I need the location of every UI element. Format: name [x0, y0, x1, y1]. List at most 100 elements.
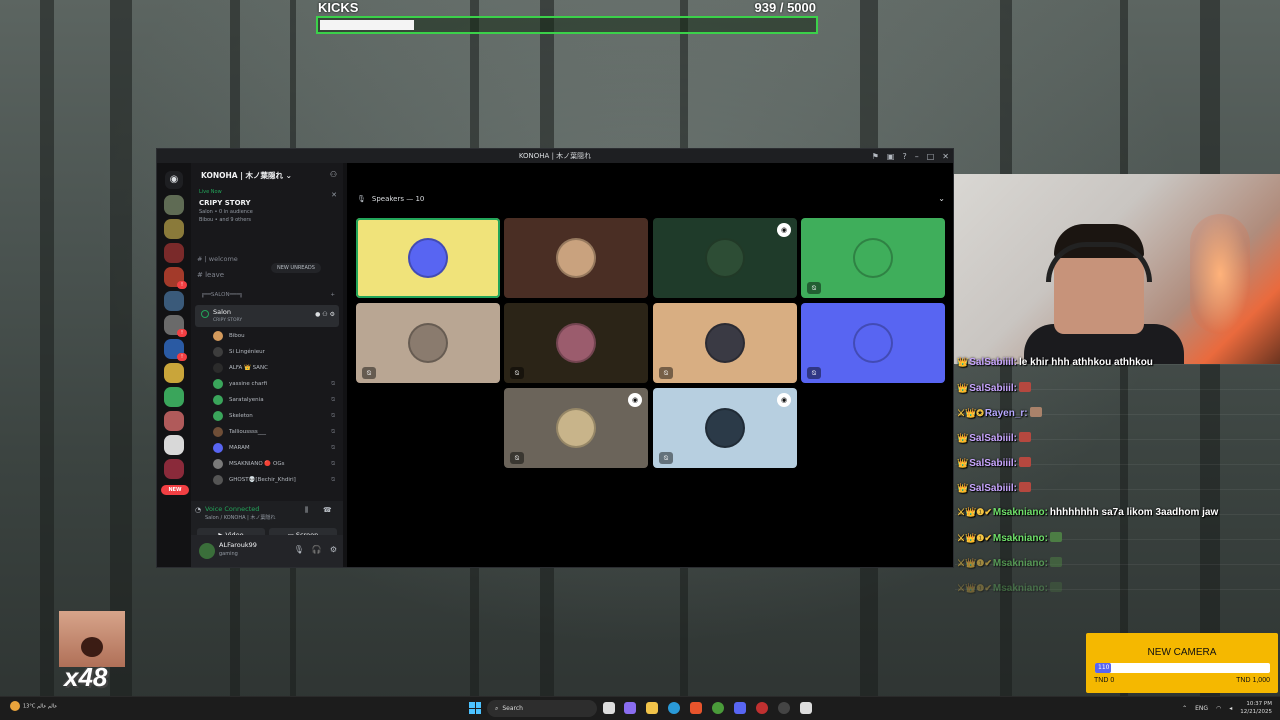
- inbox-icon[interactable]: ▣: [887, 152, 895, 161]
- volume-icon[interactable]: ◂: [1229, 705, 1232, 712]
- app-icon[interactable]: [800, 702, 812, 714]
- speaker-tile[interactable]: [504, 218, 648, 298]
- search-label: Search: [502, 705, 523, 712]
- speaker-tile[interactable]: ◉: [653, 218, 797, 298]
- new-unreads-pill[interactable]: NEW UNREADS: [271, 263, 321, 273]
- chevron-up-icon[interactable]: ⌃: [1182, 705, 1187, 712]
- help-icon[interactable]: ?: [902, 152, 906, 161]
- noise-suppression-icon[interactable]: ⫼: [305, 506, 308, 515]
- disconnect-icon[interactable]: ☎: [323, 506, 332, 514]
- kicks-goal: KICKS 939 / 5000: [316, 0, 818, 36]
- close-icon[interactable]: ✕: [331, 191, 337, 199]
- microphone-icon[interactable]: 🎙: [294, 545, 304, 554]
- headphones-icon[interactable]: 🎧: [312, 545, 322, 554]
- add-user-icon[interactable]: ⚇: [330, 170, 337, 179]
- voice-member[interactable]: Tallioussss___ ⍉: [213, 425, 337, 439]
- server-icon[interactable]: [164, 459, 184, 479]
- lang-indicator[interactable]: ENG: [1195, 705, 1208, 712]
- server-icon[interactable]: [164, 411, 184, 431]
- wifi-icon[interactable]: ◠: [1216, 705, 1221, 712]
- server-header[interactable]: KONOHA | 木ノ葉隠れ ⌄ ⚇: [191, 163, 343, 185]
- task-view-icon[interactable]: [603, 702, 615, 714]
- maximize-icon[interactable]: □: [927, 152, 935, 161]
- emote-icon: [1049, 532, 1062, 542]
- chat-message: 👑SalSabiiil:: [957, 482, 1032, 494]
- chat-username: SalSabiiil:: [969, 458, 1018, 469]
- server-icon[interactable]: !: [164, 267, 187, 289]
- add-user-icon[interactable]: ⚇: [322, 311, 327, 318]
- server-icon[interactable]: [164, 363, 184, 383]
- muted-icon: ⍉: [331, 412, 335, 419]
- voice-member[interactable]: MSAKNIANO 🔴 OGs ⍉: [213, 457, 337, 471]
- voice-member[interactable]: yassine charfi ⍉: [213, 377, 337, 391]
- chevron-down-icon[interactable]: ⌄: [938, 194, 945, 203]
- edge-icon[interactable]: [668, 702, 680, 714]
- discord-home-icon[interactable]: ◉: [165, 171, 183, 189]
- chat-username: Msakniano:: [992, 507, 1048, 518]
- speaker-tile[interactable]: [356, 218, 500, 298]
- avatar: [853, 238, 893, 278]
- file-explorer-icon[interactable]: [646, 702, 658, 714]
- voice-member[interactable]: ALFA 👑 SANC: [213, 361, 337, 375]
- muted-icon: ⍉: [331, 396, 335, 403]
- server-list: ◉ ! ! ! NEW: [157, 163, 191, 567]
- gear-icon[interactable]: ⚙: [330, 311, 335, 318]
- server-icon[interactable]: [164, 291, 184, 311]
- unread-badge: !: [177, 281, 187, 289]
- server-icon[interactable]: !: [164, 315, 187, 337]
- start-icon[interactable]: [469, 702, 481, 714]
- gear-icon[interactable]: ⚙: [330, 545, 337, 554]
- voice-member[interactable]: Si Lingénieur: [213, 345, 337, 359]
- taskbar-search[interactable]: ⌕ Search: [487, 700, 597, 717]
- channel-welcome[interactable]: # | welcome: [197, 255, 337, 263]
- voice-member[interactable]: Skeleton ⍉: [213, 409, 337, 423]
- server-icon[interactable]: [164, 219, 184, 239]
- clock-time: 10:37 PM: [1246, 701, 1272, 707]
- server-icon[interactable]: [164, 243, 184, 263]
- server-icon[interactable]: [164, 387, 184, 407]
- new-servers-badge[interactable]: NEW: [161, 485, 189, 495]
- voice-member[interactable]: Bibou: [213, 329, 337, 343]
- muted-icon: ⍉: [331, 380, 335, 387]
- weather-icon: [10, 701, 20, 711]
- member-name: ALFA 👑 SANC: [229, 365, 268, 371]
- category-salon[interactable]: ╔══SALON═══╗ +: [201, 292, 337, 298]
- plus-icon[interactable]: +: [330, 292, 335, 298]
- speaker-tile[interactable]: ⍉: [653, 303, 797, 383]
- discord-icon[interactable]: [734, 702, 746, 714]
- live-stage-card[interactable]: Live Now CRIPY STORY Salon • 0 in audien…: [195, 189, 339, 245]
- app-icon[interactable]: [756, 702, 768, 714]
- weather-widget[interactable]: 13°C عالم عالم: [10, 701, 57, 711]
- clock[interactable]: 10:37 PM 12/21/2025: [1240, 700, 1272, 716]
- avatar[interactable]: [199, 543, 215, 559]
- chat-icon[interactable]: ●: [315, 311, 320, 318]
- weather-desc: عالم عالم: [36, 703, 58, 710]
- avatar: [213, 395, 223, 405]
- server-icon[interactable]: [164, 195, 184, 215]
- flag-icon[interactable]: ⚑: [872, 152, 879, 161]
- chat-message: 👑SalSabiiil:: [957, 382, 1032, 394]
- avatar: [705, 408, 745, 448]
- title-bar: KONOHA | 木ノ葉隠れ ⚑ ▣ ? – □ ✕: [157, 149, 953, 163]
- copilot-icon[interactable]: [624, 702, 636, 714]
- voice-member[interactable]: MARAM ⍉: [213, 441, 337, 455]
- voice-channel-salon[interactable]: Salon CRIPY STORY ● ⚇ ⚙: [195, 305, 339, 327]
- chrome-icon[interactable]: [712, 702, 724, 714]
- speaker-tile[interactable]: ⍉ ◉: [504, 388, 648, 468]
- minimize-icon[interactable]: –: [915, 152, 919, 161]
- voice-member[interactable]: GHOST💀[Bechir_Khdiri] ⍉: [213, 473, 337, 487]
- system-tray: ⌃ ENG ◠ ◂ 10:37 PM 12/21/2025: [1182, 700, 1272, 716]
- close-icon[interactable]: ✕: [942, 152, 949, 161]
- speaker-tile[interactable]: ⍉: [801, 218, 945, 298]
- speaker-tile[interactable]: ⍉ ◉: [653, 388, 797, 468]
- muted-icon: ⍉: [331, 428, 335, 435]
- badge-icons: 👑: [957, 433, 969, 443]
- server-icon[interactable]: [164, 435, 184, 455]
- voice-member[interactable]: Saratalyenia ⍉: [213, 393, 337, 407]
- speaker-tile[interactable]: ⍉: [504, 303, 648, 383]
- speaker-tile[interactable]: ⍉: [356, 303, 500, 383]
- speaker-tile[interactable]: ⍉: [801, 303, 945, 383]
- brave-icon[interactable]: [690, 702, 702, 714]
- obs-icon[interactable]: [778, 702, 790, 714]
- server-icon[interactable]: !: [164, 339, 187, 361]
